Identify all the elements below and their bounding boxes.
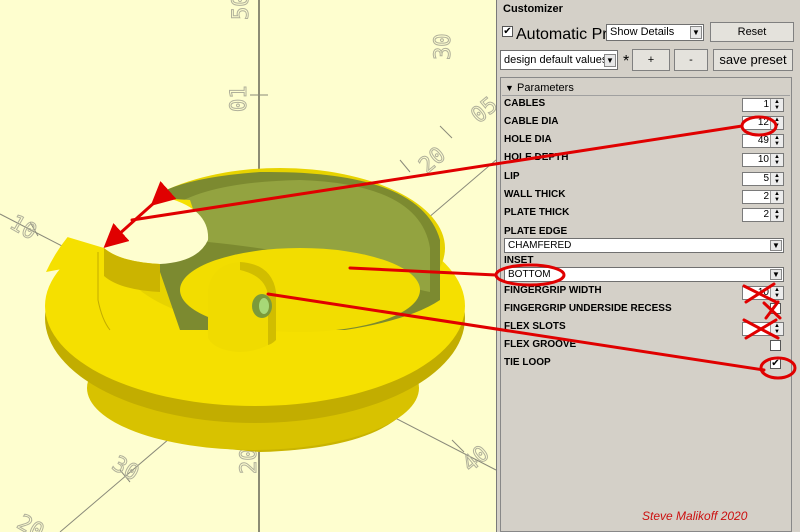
param-inset-select[interactable]: BOTTOM ▼ — [504, 267, 784, 282]
show-details-select[interactable]: Show Details ▼ — [606, 24, 704, 41]
spin-arrows-icon[interactable]: ▲ ▼ — [770, 209, 783, 221]
axis-label-z-mid: 01 — [227, 86, 252, 113]
axis-label-z-right: 30 — [431, 34, 456, 61]
param-inset-label: INSET — [504, 255, 534, 266]
spin-arrows-icon[interactable]: ▲ ▼ — [770, 191, 783, 203]
param-hole-dia-value: 49 — [757, 135, 769, 146]
param-hole-depth-label: HOLE DEPTH — [504, 152, 569, 163]
param-hole-depth-spinbox[interactable]: 10 ▲ ▼ — [742, 153, 784, 167]
spin-arrows-icon[interactable]: ▲ ▼ — [770, 135, 783, 147]
chevron-down-icon[interactable]: ▼ — [690, 26, 702, 39]
param-plate-thick-value: 2 — [763, 209, 769, 220]
spin-arrows-icon[interactable]: ▲ ▼ — [770, 173, 783, 185]
spin-arrows-icon[interactable]: ▲ ▼ — [770, 117, 783, 129]
cable-grommet-model — [45, 168, 465, 452]
customizer-title: Customizer — [503, 3, 563, 15]
param-fingergrip-width-value: 10 — [757, 287, 769, 298]
spin-arrows-icon[interactable]: ▲ ▼ — [770, 323, 783, 335]
param-plate-thick-spinbox[interactable]: 2 ▲ ▼ — [742, 208, 784, 222]
param-cables-value: 1 — [763, 99, 769, 110]
param-cable-dia-spinbox[interactable]: 12 ▲ ▼ — [742, 116, 784, 130]
3d-viewport[interactable]: 50 10 01 20 05 30 40 20 30 20 — [0, 0, 496, 532]
param-wall-thick-spinbox[interactable]: 2 ▲ ▼ — [742, 190, 784, 204]
chevron-down-icon[interactable]: ▼ — [770, 240, 782, 251]
param-lip-value: 5 — [763, 173, 769, 184]
param-wall-thick-value: 2 — [763, 191, 769, 202]
axis-label-y-1: 20 — [415, 142, 451, 178]
param-wall-thick-label: WALL THICK — [504, 189, 566, 200]
axis-label-y-3: 40 — [458, 441, 494, 477]
param-fingergrip-underside-recess-label: FINGERGRIP UNDERSIDE RECESS — [504, 303, 672, 314]
param-flex-groove-checkbox[interactable] — [770, 340, 781, 351]
preset-select-value: design default values — [504, 54, 608, 66]
automatic-preview-checkbox[interactable]: ✔ — [502, 26, 513, 37]
axis-label-x-left: 10 — [5, 211, 40, 246]
parameters-header[interactable]: ▼ Parameters — [505, 82, 574, 94]
param-lip-label: LIP — [504, 171, 520, 182]
param-fingergrip-width-spinbox[interactable]: 10 ▲ ▼ — [742, 286, 784, 300]
add-preset-button[interactable]: + — [632, 49, 670, 71]
param-cable-dia-label: CABLE DIA — [504, 116, 559, 127]
viewport-canvas[interactable]: 50 10 01 20 05 30 40 20 30 20 — [0, 0, 496, 532]
preset-modified-marker: * — [623, 53, 630, 70]
param-flex-slots-spinbox[interactable]: ▲ ▼ — [742, 322, 784, 336]
param-tie-loop-checkbox[interactable]: ✔ — [770, 358, 781, 369]
param-plate-edge-value: CHAMFERED — [508, 240, 572, 251]
param-cables-spinbox[interactable]: 1 ▲ ▼ — [742, 98, 784, 112]
author-credit: Steve Malikoff 2020 — [642, 509, 748, 523]
param-fingergrip-width-label: FINGERGRIP WIDTH — [504, 285, 602, 296]
param-hole-dia-spinbox[interactable]: 49 ▲ ▼ — [742, 134, 784, 148]
param-flex-groove-label: FLEX GROOVE — [504, 339, 577, 350]
spin-arrows-icon[interactable]: ▲ ▼ — [770, 154, 783, 166]
param-flex-slots-label: FLEX SLOTS — [504, 321, 566, 332]
param-plate-edge-label: PLATE EDGE — [504, 226, 568, 237]
axis-label-z-top: 50 — [229, 0, 254, 20]
triangle-down-icon: ▼ — [505, 83, 514, 93]
preset-select[interactable]: design default values ▼ — [500, 50, 618, 70]
parameters-divider — [502, 95, 790, 96]
reset-button[interactable]: Reset — [710, 22, 794, 42]
remove-preset-button[interactable]: - — [674, 49, 708, 71]
param-plate-thick-label: PLATE THICK — [504, 207, 570, 218]
param-hole-depth-value: 10 — [757, 154, 769, 165]
spin-arrows-icon[interactable]: ▲ ▼ — [770, 287, 783, 299]
parameters-header-label: Parameters — [516, 82, 574, 94]
param-fingergrip-underside-recess-checkbox[interactable] — [770, 303, 781, 314]
param-lip-spinbox[interactable]: 5 ▲ ▼ — [742, 172, 784, 186]
show-details-value: Show Details — [610, 26, 675, 38]
chevron-down-icon[interactable]: ▼ — [604, 54, 616, 67]
param-cable-dia-value: 12 — [757, 117, 769, 128]
spin-arrows-icon[interactable]: ▲ ▼ — [770, 99, 783, 111]
param-plate-edge-select[interactable]: CHAMFERED ▼ — [504, 238, 784, 253]
axis-label-y-2: 05 — [467, 92, 496, 128]
chevron-down-icon[interactable]: ▼ — [770, 269, 782, 280]
axis-label-x-1: 30 — [108, 452, 143, 487]
param-inset-value: BOTTOM — [508, 269, 551, 280]
param-hole-dia-label: HOLE DIA — [504, 134, 552, 145]
param-cables-label: CABLES — [504, 98, 546, 109]
axis-label-x-2: 20 — [13, 510, 48, 532]
param-tie-loop-label: TIE LOOP — [504, 357, 551, 368]
save-preset-button[interactable]: save preset — [713, 49, 793, 71]
